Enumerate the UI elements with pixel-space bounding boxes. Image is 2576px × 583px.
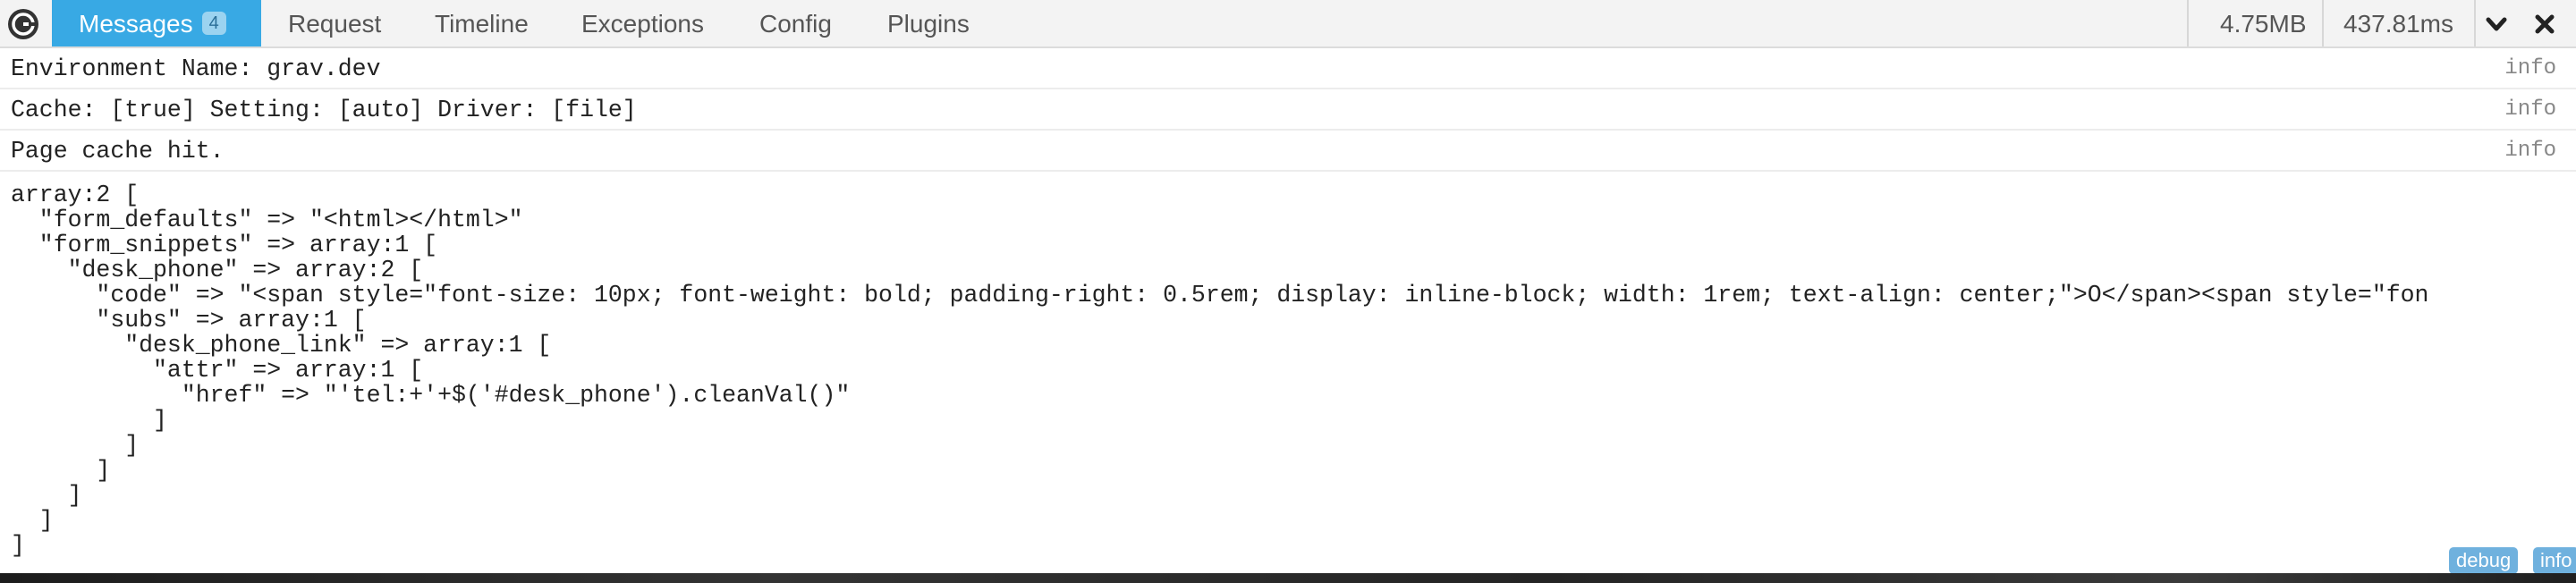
dump-line: "desk_phone" => array:2 [ [11,257,424,283]
dump-line: "desk_phone_link" => array:1 [ [11,332,552,359]
request-time: 437.81ms [2343,10,2453,38]
dump-line: "code" => "<span style="font-size: 10px;… [11,282,2429,308]
tab-request[interactable]: Request [288,0,381,46]
dump-line: ] [11,457,111,484]
dump-line: ] [11,432,140,459]
array-dump: array:2 [ "form_defaults" => "<html></ht… [11,182,2428,558]
tab-messages-label: Messages [79,10,193,38]
dump-line: ] [11,407,167,434]
dump-line: "attr" => array:1 [ [11,357,424,384]
message-row: Page cache hit. info [0,131,2576,172]
header-divider [2322,0,2324,46]
message-text: Page cache hit. [11,138,225,165]
message-level-label: info [2504,139,2556,163]
tab-exceptions-label: Exceptions [581,10,704,38]
header-divider [2187,0,2189,46]
dump-line: ] [11,507,54,534]
tab-exceptions[interactable]: Exceptions [581,0,704,46]
dump-line: "subs" => array:1 [ [11,307,367,334]
tab-config-label: Config [759,10,832,38]
debugbar-header: Messages 4 Request Timeline Exceptions Co… [0,0,2576,48]
array-dump-message: array:2 [ "form_defaults" => "<html></ht… [0,179,2576,573]
message-text: Cache: [true] Setting: [auto] Driver: [f… [11,97,637,123]
filter-info-button[interactable]: info [2533,547,2576,573]
dump-line: ] [11,532,25,559]
tab-request-label: Request [288,10,382,38]
dump-line: ] [11,482,82,509]
tab-messages[interactable]: Messages 4 [52,0,261,46]
background-strip [0,573,2576,583]
close-icon[interactable] [2529,9,2560,39]
dump-line: array:2 [ [11,182,140,208]
tab-timeline[interactable]: Timeline [435,0,529,46]
tab-plugins[interactable]: Plugins [887,0,970,46]
filter-debug-button[interactable]: debug [2449,547,2519,573]
dump-line: "form_snippets" => array:1 [ [11,232,438,258]
tab-plugins-label: Plugins [887,10,970,38]
tab-timeline-label: Timeline [435,10,529,38]
message-row: Cache: [true] Setting: [auto] Driver: [f… [0,89,2576,131]
message-level-label: info [2504,97,2556,122]
dump-line: "href" => "'tel:+'+$('#desk_phone').clea… [11,382,851,409]
dump-line: "form_defaults" => "<html></html>" [11,207,523,233]
message-level-label: info [2504,56,2556,80]
tab-config[interactable]: Config [759,0,832,46]
message-text: Environment Name: grav.dev [11,55,381,82]
chevron-down-icon[interactable] [2481,9,2512,39]
messages-count-badge: 4 [201,12,226,35]
memory-usage: 4.75MB [2220,10,2307,38]
grav-logo-icon[interactable] [7,8,39,40]
debugbar-panel: Messages 4 Request Timeline Exceptions Co… [0,0,2576,573]
message-row: Environment Name: grav.dev info [0,48,2576,89]
header-divider [2474,0,2476,46]
